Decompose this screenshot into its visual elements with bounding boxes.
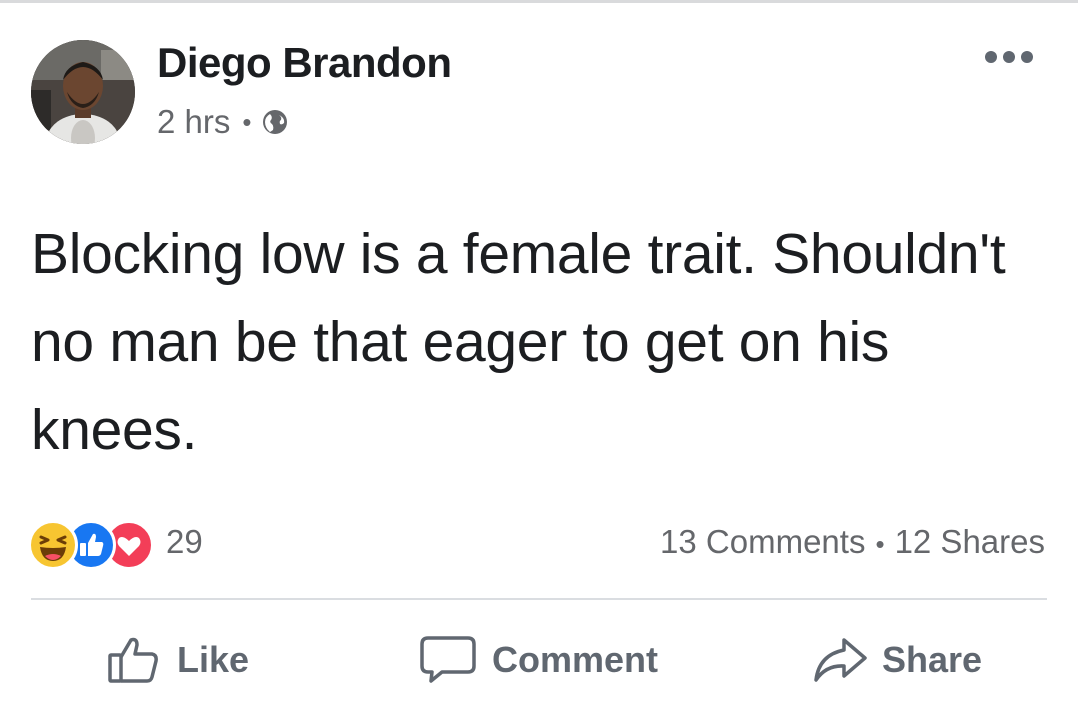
avatar[interactable] bbox=[31, 40, 135, 144]
comments-count[interactable]: 13 Comments bbox=[660, 523, 865, 560]
share-label: Share bbox=[882, 639, 983, 680]
more-options-button[interactable] bbox=[985, 46, 1033, 68]
share-arrow-icon bbox=[812, 635, 882, 685]
top-border bbox=[0, 0, 1078, 3]
divider bbox=[31, 598, 1047, 600]
meta-separator: • bbox=[242, 106, 252, 137]
reaction-count[interactable]: 29 bbox=[166, 522, 203, 562]
haha-reaction-icon bbox=[28, 520, 78, 570]
stats-separator: • bbox=[875, 529, 885, 559]
globe-icon bbox=[261, 108, 289, 136]
like-button[interactable]: Like bbox=[107, 630, 249, 690]
share-button[interactable]: Share bbox=[812, 630, 982, 690]
thumbs-up-icon bbox=[107, 635, 177, 685]
author-name[interactable]: Diego Brandon bbox=[157, 38, 452, 88]
shares-count[interactable]: 12 Shares bbox=[895, 523, 1045, 560]
post-time[interactable]: 2 hrs bbox=[157, 103, 230, 141]
post-stats: 13 Comments • 12 Shares bbox=[660, 522, 1045, 564]
comment-label: Comment bbox=[492, 639, 659, 680]
post-meta: 2 hrs • bbox=[157, 101, 289, 143]
like-label: Like bbox=[177, 639, 250, 680]
comment-button[interactable]: Comment bbox=[418, 630, 658, 690]
post-text: Blocking low is a female trait. Shouldn'… bbox=[31, 222, 1006, 462]
comment-icon bbox=[418, 634, 492, 686]
